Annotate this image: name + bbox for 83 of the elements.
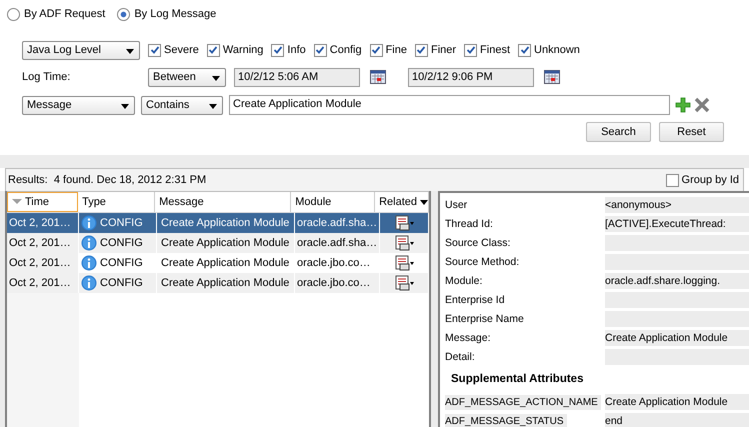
info-icon bbox=[81, 275, 97, 291]
field-label: Message: bbox=[445, 332, 492, 344]
table-cell: Oct 2, 201… bbox=[7, 253, 79, 273]
calendar-icon[interactable] bbox=[544, 70, 560, 84]
checkbox[interactable] bbox=[518, 44, 532, 56]
field-label: Thread Id: bbox=[445, 218, 494, 230]
checkbox[interactable] bbox=[666, 174, 679, 186]
table-cell: CONFIG bbox=[100, 257, 143, 269]
field-value: [ACTIVE].ExecuteThread: bbox=[605, 216, 749, 232]
radio-option[interactable]: By ADF Request bbox=[7, 8, 106, 20]
search-text-field[interactable]: Create Application Module bbox=[229, 95, 670, 115]
results-summary: Results: 4 found. Dec 18, 2012 2:31 PM bbox=[8, 174, 206, 186]
level-dropdown[interactable]: Java Log Level bbox=[22, 40, 140, 60]
checkbox[interactable] bbox=[314, 44, 327, 56]
field-value: Create Application Module bbox=[605, 330, 749, 346]
attribute-name: ADF_MESSAGE_ACTION_NAME bbox=[445, 394, 601, 410]
section-title: Supplemental Attributes bbox=[450, 372, 584, 387]
checkbox[interactable] bbox=[414, 44, 428, 56]
checkbox-label: Finest bbox=[480, 44, 510, 56]
checkbox-label: Fine bbox=[386, 44, 407, 56]
reset-button[interactable]: Reset bbox=[659, 122, 724, 142]
table-cell: Oct 2, 201… bbox=[7, 233, 79, 253]
table-cell: oracle.jbo.co… bbox=[295, 273, 380, 293]
field-value: <anonymous> bbox=[605, 196, 749, 212]
related-icon[interactable] bbox=[395, 255, 415, 271]
attribute-value: end bbox=[605, 412, 749, 427]
table-cell: Oct 2, 201… bbox=[7, 213, 79, 233]
checkbox[interactable] bbox=[148, 44, 161, 56]
field-label: Enterprise Id bbox=[445, 294, 506, 306]
radio-button[interactable] bbox=[117, 8, 130, 20]
caret-icon[interactable] bbox=[420, 200, 428, 204]
table-cell: CONFIG bbox=[100, 277, 143, 289]
table-cell: CONFIG bbox=[100, 217, 143, 229]
radio-option[interactable]: By Log Message bbox=[117, 8, 216, 20]
date-field[interactable]: 10/2/12 9:06 PM bbox=[408, 68, 534, 86]
info-icon bbox=[81, 235, 97, 251]
attribute-name: ADF_MESSAGE_STATUS bbox=[445, 414, 567, 427]
field-label: Source Method: bbox=[445, 256, 520, 268]
checkbox-label: Severe bbox=[164, 44, 199, 56]
table-cell: oracle.adf.sha… bbox=[295, 233, 380, 253]
table-cell: Create Application Module bbox=[157, 233, 295, 253]
checkbox-label: Config bbox=[330, 44, 362, 56]
radio-label: By ADF Request bbox=[24, 8, 106, 20]
checkbox[interactable] bbox=[370, 44, 383, 56]
add-icon[interactable] bbox=[675, 97, 691, 113]
column-header[interactable]: Time bbox=[7, 192, 78, 212]
operator-dropdown[interactable]: Contains bbox=[141, 96, 223, 114]
date-field[interactable]: 10/2/12 5:06 AM bbox=[234, 68, 360, 86]
checkbox-label: Info bbox=[287, 44, 306, 56]
field-value: oracle.adf.share.logging. bbox=[605, 272, 749, 288]
related-icon[interactable] bbox=[395, 235, 415, 251]
table-cell: CONFIG bbox=[100, 237, 143, 249]
table-cell: Create Application Module bbox=[157, 273, 295, 293]
info-icon bbox=[81, 215, 97, 231]
related-icon[interactable] bbox=[395, 215, 415, 231]
field-label: Module: bbox=[445, 274, 484, 286]
operator-dropdown[interactable]: Between bbox=[148, 68, 226, 86]
field-label: Enterprise Name bbox=[445, 312, 525, 324]
checkbox[interactable] bbox=[271, 44, 284, 56]
checkbox[interactable] bbox=[464, 44, 478, 56]
info-icon bbox=[81, 255, 97, 271]
related-icon[interactable] bbox=[395, 275, 415, 291]
search-button[interactable]: Search bbox=[586, 122, 651, 142]
sort-icon bbox=[12, 199, 22, 205]
checkbox-label: Group by Id bbox=[682, 174, 739, 186]
radio-button[interactable] bbox=[7, 8, 20, 20]
checkbox-label: Finer bbox=[430, 44, 456, 56]
close-icon[interactable] bbox=[694, 97, 710, 113]
checkbox-label: Unknown bbox=[534, 44, 580, 56]
field-dropdown[interactable]: Message bbox=[22, 96, 135, 114]
table-row[interactable]: Oct 2, 201… CONFIG Create Application Module oracle.adf.sha… bbox=[7, 213, 429, 233]
field-label: User bbox=[445, 198, 468, 210]
checkbox[interactable] bbox=[206, 44, 220, 56]
table-row[interactable]: Oct 2, 201… CONFIG Create Application Module oracle.jbo.co… bbox=[7, 273, 429, 293]
attribute-value: Create Application Module bbox=[605, 394, 749, 410]
calendar-icon[interactable] bbox=[370, 70, 386, 84]
log-time-label: Log Time: bbox=[22, 71, 72, 83]
table-row[interactable]: Oct 2, 201… CONFIG Create Application Module oracle.adf.sha… bbox=[7, 233, 429, 253]
field-label: Source Class: bbox=[445, 236, 512, 248]
checkbox-label: Warning bbox=[222, 44, 264, 56]
field-label: Detail: bbox=[445, 350, 476, 362]
table-cell: Oct 2, 201… bbox=[7, 273, 79, 293]
radio-label: By Log Message bbox=[134, 8, 216, 20]
